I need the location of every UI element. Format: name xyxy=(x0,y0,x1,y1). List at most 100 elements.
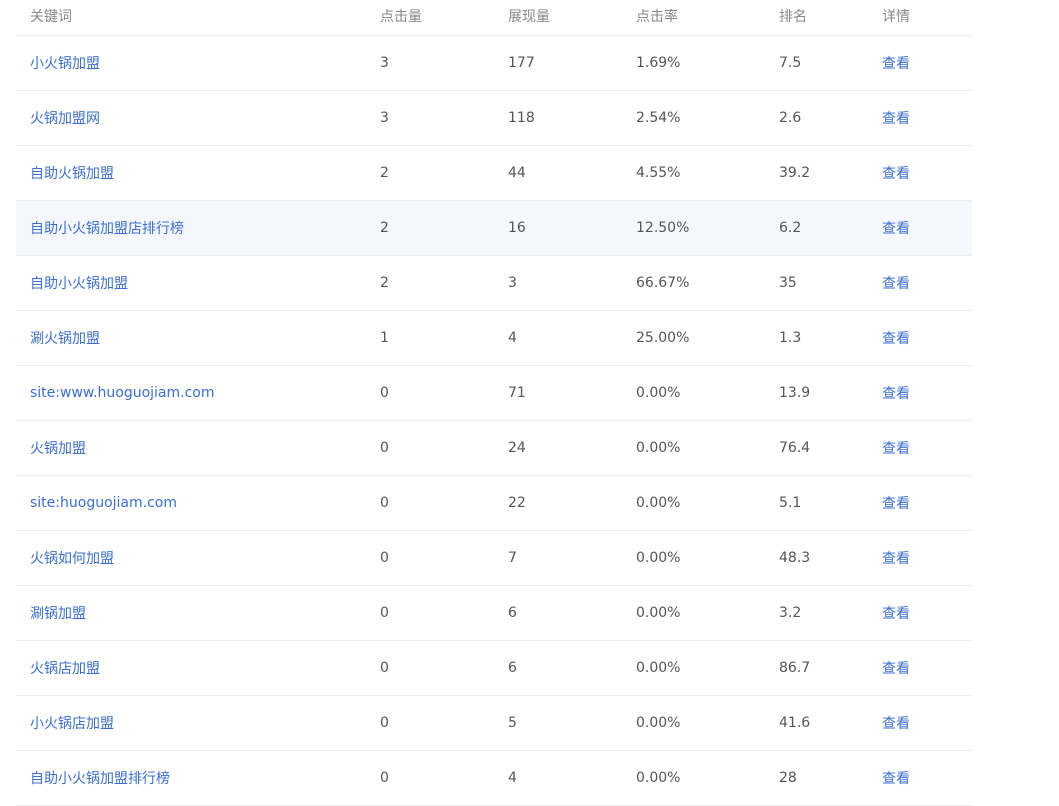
keyword-link[interactable]: site:www.huoguojiam.com xyxy=(30,385,215,401)
view-detail-link[interactable]: 查看 xyxy=(882,53,910,73)
cell-clicks: 3 xyxy=(380,36,389,90)
cell-ctr: 0.00% xyxy=(636,751,680,805)
ctr-value: 66.67% xyxy=(636,275,690,291)
keyword-link[interactable]: 火锅加盟 xyxy=(30,438,86,458)
rank-value: 86.7 xyxy=(779,660,811,676)
keyword-link[interactable]: 火锅店加盟 xyxy=(30,658,100,678)
table-row: 自助小火锅加盟店排行榜 2 16 12.50% 6.2 查看 xyxy=(16,201,972,256)
keyword-link[interactable]: 涮火锅加盟 xyxy=(30,328,100,348)
cell-keyword: 火锅加盟 xyxy=(30,421,86,475)
cell-ctr: 25.00% xyxy=(636,311,689,365)
cell-rank: 5.1 xyxy=(779,476,801,530)
cell-keyword: 火锅如何加盟 xyxy=(30,531,114,585)
keyword-table: 关键词 点击量 展现量 点击率 排名 详情 小火锅加盟 3 177 1.69% 7.5 查… xyxy=(16,0,972,806)
view-detail-link[interactable]: 查看 xyxy=(882,548,910,568)
view-detail-link[interactable]: 查看 xyxy=(882,713,910,733)
header-clicks[interactable]: 点击量 xyxy=(380,0,422,35)
cell-clicks: 0 xyxy=(380,751,389,805)
cell-detail: 查看 xyxy=(882,476,910,530)
view-detail-link[interactable]: 查看 xyxy=(882,163,910,183)
header-impressions[interactable]: 展现量 xyxy=(508,0,550,35)
cell-clicks: 0 xyxy=(380,366,389,420)
cell-detail: 查看 xyxy=(882,751,910,805)
keyword-link[interactable]: 涮锅加盟 xyxy=(30,603,86,623)
view-detail-link[interactable]: 查看 xyxy=(882,218,910,238)
clicks-value: 0 xyxy=(380,385,389,401)
impressions-value: 118 xyxy=(508,110,535,126)
ctr-value: 4.55% xyxy=(636,165,681,181)
header-rank[interactable]: 排名 xyxy=(779,0,807,35)
view-detail-link[interactable]: 查看 xyxy=(882,383,910,403)
cell-keyword: 火锅加盟网 xyxy=(30,91,100,145)
cell-ctr: 2.54% xyxy=(636,91,680,145)
header-keyword[interactable]: 关键词 xyxy=(30,0,72,35)
table-row: 小火锅店加盟 0 5 0.00% 41.6 查看 xyxy=(16,696,972,751)
keyword-link[interactable]: 火锅如何加盟 xyxy=(30,548,114,568)
table-row: 火锅如何加盟 0 7 0.00% 48.3 查看 xyxy=(16,531,972,586)
cell-rank: 3.2 xyxy=(779,586,801,640)
keyword-link[interactable]: site:huoguojiam.com xyxy=(30,495,177,511)
keyword-link[interactable]: 小火锅店加盟 xyxy=(30,713,114,733)
impressions-value: 177 xyxy=(508,55,535,71)
keyword-link[interactable]: 小火锅加盟 xyxy=(30,53,100,73)
rank-value: 41.6 xyxy=(779,715,811,731)
view-detail-link[interactable]: 查看 xyxy=(882,328,910,348)
cell-clicks: 2 xyxy=(380,146,389,200)
cell-keyword: 小火锅加盟 xyxy=(30,36,100,90)
cell-rank: 86.7 xyxy=(779,641,810,695)
cell-ctr: 0.00% xyxy=(636,531,680,585)
clicks-value: 0 xyxy=(380,715,389,731)
impressions-value: 24 xyxy=(508,440,526,456)
cell-ctr: 0.00% xyxy=(636,366,680,420)
cell-clicks: 0 xyxy=(380,586,389,640)
view-detail-link[interactable]: 查看 xyxy=(882,658,910,678)
view-detail-link[interactable]: 查看 xyxy=(882,108,910,128)
table-body: 小火锅加盟 3 177 1.69% 7.5 查看 火锅加盟网 3 118 2.54% 2.6 查看 自助… xyxy=(16,36,972,806)
cell-impressions: 118 xyxy=(508,91,535,145)
rank-value: 76.4 xyxy=(779,440,811,456)
cell-impressions: 24 xyxy=(508,421,526,475)
cell-ctr: 0.00% xyxy=(636,476,680,530)
view-detail-link[interactable]: 查看 xyxy=(882,438,910,458)
clicks-value: 3 xyxy=(380,110,389,126)
keyword-link[interactable]: 自助小火锅加盟 xyxy=(30,273,128,293)
clicks-value: 0 xyxy=(380,770,389,786)
keyword-link[interactable]: 自助小火锅加盟排行榜 xyxy=(30,768,170,788)
impressions-value: 7 xyxy=(508,550,517,566)
keyword-link[interactable]: 自助火锅加盟 xyxy=(30,163,114,183)
impressions-value: 3 xyxy=(508,275,517,291)
view-detail-link[interactable]: 查看 xyxy=(882,273,910,293)
cell-rank: 28 xyxy=(779,751,797,805)
cell-detail: 查看 xyxy=(882,256,910,310)
cell-impressions: 22 xyxy=(508,476,526,530)
cell-clicks: 0 xyxy=(380,641,389,695)
impressions-value: 6 xyxy=(508,660,517,676)
cell-keyword: 自助小火锅加盟排行榜 xyxy=(30,751,170,805)
cell-clicks: 2 xyxy=(380,201,389,255)
view-detail-link[interactable]: 查看 xyxy=(882,768,910,788)
header-ctr[interactable]: 点击率 xyxy=(636,0,678,35)
ctr-value: 0.00% xyxy=(636,770,681,786)
cell-clicks: 0 xyxy=(380,421,389,475)
cell-keyword: 涮火锅加盟 xyxy=(30,311,100,365)
cell-rank: 2.6 xyxy=(779,91,801,145)
keyword-link[interactable]: 火锅加盟网 xyxy=(30,108,100,128)
keyword-link[interactable]: 自助小火锅加盟店排行榜 xyxy=(30,218,184,238)
ctr-value: 2.54% xyxy=(636,110,681,126)
view-detail-link[interactable]: 查看 xyxy=(882,493,910,513)
cell-rank: 35 xyxy=(779,256,797,310)
cell-keyword: 小火锅店加盟 xyxy=(30,696,114,750)
cell-impressions: 6 xyxy=(508,641,517,695)
table-row: 自助火锅加盟 2 44 4.55% 39.2 查看 xyxy=(16,146,972,201)
rank-value: 39.2 xyxy=(779,165,811,181)
cell-impressions: 4 xyxy=(508,751,517,805)
impressions-value: 22 xyxy=(508,495,526,511)
clicks-value: 2 xyxy=(380,220,389,236)
rank-value: 28 xyxy=(779,770,797,786)
view-detail-link[interactable]: 查看 xyxy=(882,603,910,623)
cell-keyword: 自助小火锅加盟 xyxy=(30,256,128,310)
ctr-value: 0.00% xyxy=(636,550,681,566)
rank-value: 35 xyxy=(779,275,797,291)
table-row: 涮锅加盟 0 6 0.00% 3.2 查看 xyxy=(16,586,972,641)
cell-clicks: 3 xyxy=(380,91,389,145)
